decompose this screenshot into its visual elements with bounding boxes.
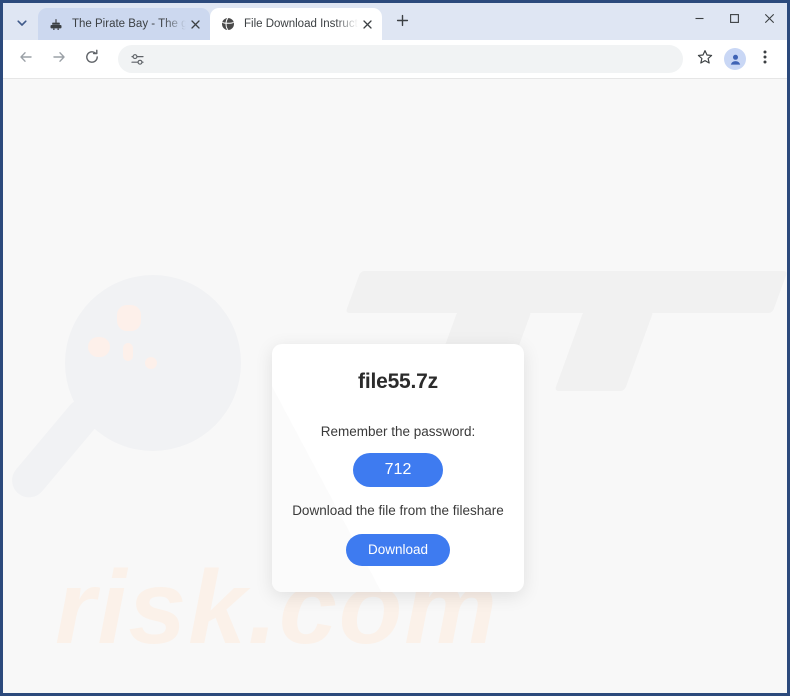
new-tab-button[interactable] [388,9,416,37]
reload-button[interactable] [77,44,107,74]
file-name-title: file55.7z [358,370,438,393]
download-card: file55.7z Remember the password: 712 Dow… [272,344,524,592]
bookmark-button[interactable] [691,45,719,73]
window-controls [682,3,787,40]
download-button[interactable]: Download [345,534,451,566]
star-icon [697,49,713,70]
tab-pirate-bay[interactable]: The Pirate Bay - The galaxy's m [38,8,210,40]
close-button[interactable] [752,3,787,33]
minimize-button[interactable] [682,3,717,33]
browser-menu-button[interactable] [751,45,779,73]
magnifier-watermark-icon [5,275,245,505]
download-instruction-label: Download the file from the fileshare [292,503,504,518]
tab-title: The Pirate Bay - The galaxy's m [72,18,186,30]
tab-search-button[interactable] [9,10,35,36]
browser-window: The Pirate Bay - The galaxy's m File Dow… [0,0,790,696]
browser-toolbar [3,40,787,79]
reload-icon [84,49,100,70]
profile-avatar-icon [724,48,746,70]
tab-strip: The Pirate Bay - The galaxy's m File Dow… [3,3,787,40]
chevron-down-icon [16,17,28,29]
back-arrow-icon [18,49,34,70]
pirate-ship-icon [48,16,64,32]
page-viewport: risk.com file55.7z Remember the password… [3,79,787,693]
tab-title: File Download Instructions for 5 [244,18,358,30]
password-instruction-label: Remember the password: [320,424,476,439]
tab-close-button[interactable] [186,15,204,33]
globe-icon [220,16,236,32]
address-bar[interactable] [118,45,683,73]
back-button[interactable] [11,44,41,74]
tab-file-download-instructions[interactable]: File Download Instructions for 5 [210,8,382,40]
password-value-badge: 712 [353,453,443,487]
plus-icon [396,14,409,32]
tab-close-button[interactable] [358,15,376,33]
maximize-button[interactable] [717,3,752,33]
forward-arrow-icon [51,49,67,70]
forward-button[interactable] [44,44,74,74]
tune-icon[interactable] [126,48,148,70]
profile-button[interactable] [721,45,749,73]
three-dot-menu-icon [763,49,767,70]
